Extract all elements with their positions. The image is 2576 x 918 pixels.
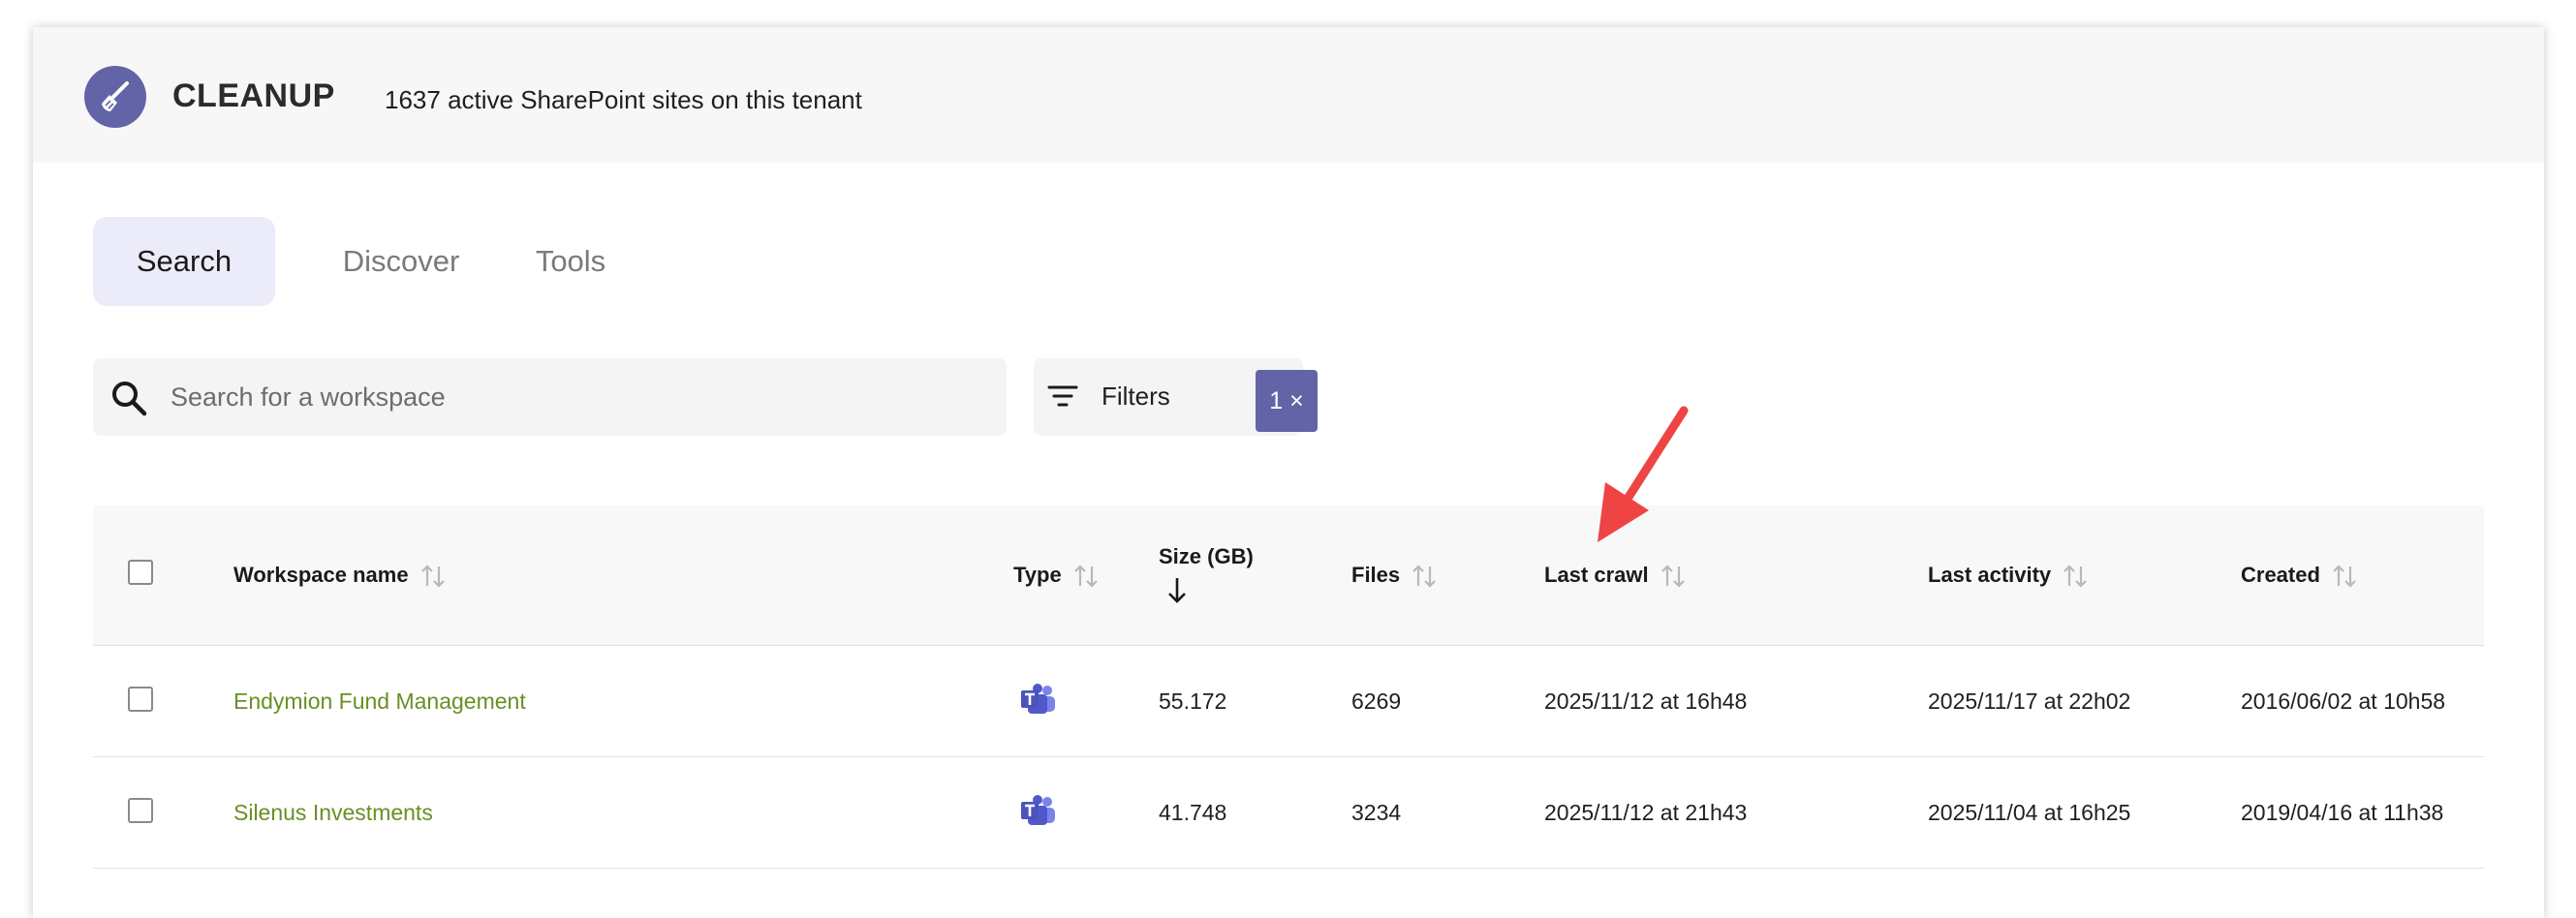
teams-icon (1021, 684, 1055, 714)
workspace-name-link[interactable]: Silenus Investments (233, 800, 433, 826)
size-value: 41.748 (1159, 800, 1227, 825)
sort-icon (2064, 565, 2088, 588)
app-logo (84, 66, 146, 128)
search-input[interactable] (171, 358, 984, 436)
column-header-label: Created (2241, 562, 2320, 587)
search-icon (112, 382, 147, 416)
app-title: CLEANUP (172, 77, 335, 114)
row-checkbox[interactable] (128, 798, 153, 823)
created-value: 2019/04/16 at 11h38 (2241, 800, 2444, 825)
active-filters-clear-badge[interactable]: 1 × (1256, 370, 1318, 432)
column-header-label: Files (1351, 562, 1401, 587)
column-header-last-activity[interactable]: Last activity (1928, 562, 2090, 591)
tab-search[interactable]: Search (93, 217, 275, 306)
tab-tools[interactable]: Tools (508, 217, 634, 306)
size-value: 55.172 (1159, 688, 1227, 714)
workspace-name-link[interactable]: Endymion Fund Management (233, 688, 526, 715)
last-activity-value: 2025/11/17 at 22h02 (1928, 688, 2131, 714)
sort-icon (1074, 565, 1098, 588)
select-all-checkbox[interactable] (128, 560, 153, 585)
table-row[interactable]: Silenus Investments 41.748 3234 2025/11/… (93, 757, 2484, 869)
column-header-label: Type (1013, 562, 1062, 587)
sort-icon (420, 565, 445, 588)
teams-icon (1021, 795, 1055, 825)
column-header-label: Size (GB) (1159, 544, 1254, 568)
files-value: 6269 (1351, 688, 1402, 714)
filter-icon (1047, 385, 1078, 407)
sort-icon (1412, 565, 1437, 588)
search-box (93, 358, 1007, 436)
tab-discover[interactable]: Discover (319, 217, 483, 306)
app-window: CLEANUP 1637 active SharePoint sites on … (33, 27, 2544, 918)
app-header: CLEANUP 1637 active SharePoint sites on … (33, 27, 2544, 163)
created-value: 2016/06/02 at 10h58 (2241, 688, 2446, 714)
column-header-label: Workspace name (233, 562, 409, 587)
sort-icon (1660, 565, 1685, 588)
last-crawl-value: 2025/11/12 at 21h43 (1544, 800, 1748, 825)
column-header-last-crawl[interactable]: Last crawl (1544, 562, 1688, 591)
sort-icon (2333, 565, 2356, 588)
tenant-site-count: 1637 active SharePoint sites on this ten… (385, 85, 862, 114)
filters-button[interactable]: Filters 1 × (1034, 358, 1318, 436)
column-header-workspace-name[interactable]: Workspace name (233, 562, 448, 591)
column-header-created[interactable]: Created (2241, 562, 2359, 591)
table-row[interactable]: Endymion Fund Management 55.172 6269 202… (93, 646, 2484, 757)
last-crawl-value: 2025/11/12 at 16h48 (1544, 688, 1748, 714)
broom-icon (102, 81, 129, 111)
row-checkbox[interactable] (128, 687, 153, 712)
column-header-label: Last activity (1928, 562, 2052, 587)
column-header-label: Last crawl (1544, 562, 1649, 587)
filters-label: Filters (1102, 382, 1170, 411)
table-header: Workspace name Type Size (GB) Files Last… (93, 505, 2484, 646)
column-header-type[interactable]: Type (1013, 562, 1101, 591)
files-value: 3234 (1351, 800, 1402, 825)
sort-descending-icon (1168, 578, 1186, 603)
last-activity-value: 2025/11/04 at 16h25 (1928, 800, 2131, 825)
column-header-files[interactable]: Files (1351, 562, 1439, 591)
column-header-size[interactable]: Size (GB) (1159, 544, 1254, 604)
